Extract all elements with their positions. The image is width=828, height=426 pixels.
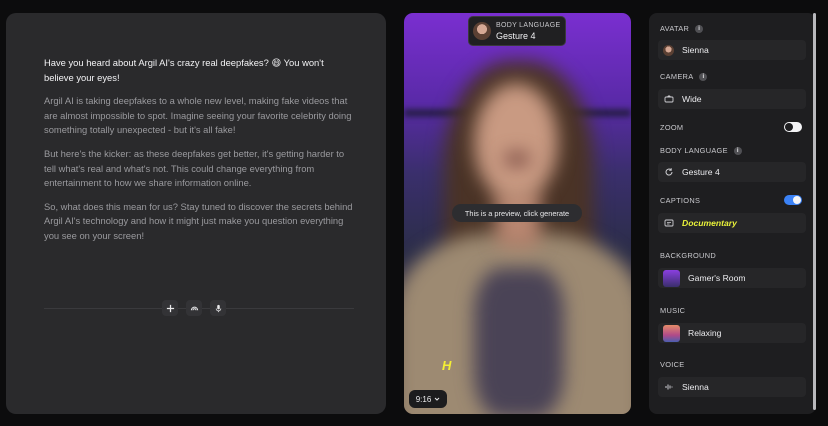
- zoom-toggle[interactable]: [784, 122, 802, 132]
- captions-toggle[interactable]: [784, 195, 802, 205]
- camera-section-label: CAMERA i: [660, 72, 708, 81]
- body-language-select[interactable]: Gesture 4: [658, 162, 806, 182]
- music-select[interactable]: Relaxing: [658, 323, 806, 343]
- script-paragraph[interactable]: So, what does this mean for us? Stay tun…: [44, 200, 354, 244]
- caption-style-value: Documentary: [682, 218, 737, 228]
- captions-label: CAPTIONS: [660, 196, 701, 205]
- caption-style-select[interactable]: Documentary: [658, 213, 806, 233]
- avatar-face: [474, 83, 558, 201]
- gamer-room-thumbnail-icon: [663, 269, 680, 287]
- info-icon[interactable]: i: [699, 72, 708, 81]
- zoom-label: ZOOM: [660, 123, 684, 132]
- waveform-icon: [665, 384, 672, 390]
- info-icon[interactable]: i: [733, 146, 742, 155]
- script-paragraph[interactable]: Have you heard about Argil AI's crazy re…: [44, 56, 354, 85]
- toggle-knob: [793, 196, 801, 204]
- background-select[interactable]: Gamer's Room: [658, 268, 806, 288]
- add-block-button[interactable]: [162, 300, 178, 316]
- body-language-badge[interactable]: BODY LANGUAGE Gesture 4: [468, 16, 566, 46]
- preview-notice: This is a preview, click generate: [452, 204, 582, 222]
- info-icon[interactable]: i: [695, 24, 704, 33]
- background-label: BACKGROUND: [660, 251, 716, 260]
- voice-value: Sienna: [682, 382, 709, 392]
- camera-select[interactable]: Wide: [658, 89, 806, 109]
- script-paragraph[interactable]: But here's the kicker: as these deepfake…: [44, 147, 354, 191]
- avatar-section-label: AVATAR i: [660, 24, 704, 33]
- body-language-section-label: BODY LANGUAGE i: [660, 146, 742, 155]
- plus-icon: [166, 304, 174, 312]
- script-editor-panel: Have you heard about Argil AI's crazy re…: [6, 13, 386, 414]
- captions-icon: [664, 219, 673, 227]
- settings-panel: AVATAR i Sienna CAMERA i Wide ZOOM BODY …: [649, 13, 816, 414]
- captions-section-label: CAPTIONS: [660, 196, 700, 205]
- music-value: Relaxing: [688, 328, 722, 338]
- background-section-label: BACKGROUND: [660, 251, 716, 260]
- settings-scrollbar[interactable]: [813, 13, 816, 410]
- background-value: Gamer's Room: [688, 273, 746, 283]
- caption-sample: H: [442, 358, 452, 373]
- voice-section-label: VOICE: [660, 360, 685, 369]
- avatar-thumbnail: [473, 22, 491, 40]
- zoom-section-label: ZOOM: [660, 123, 683, 132]
- refresh-icon: [665, 168, 673, 176]
- music-section-label: MUSIC: [660, 306, 685, 315]
- avatar-select[interactable]: Sienna: [658, 40, 806, 60]
- avatar-mouth: [504, 153, 530, 165]
- script-toolbar: [162, 300, 226, 316]
- video-preview[interactable]: BODY LANGUAGE Gesture 4 This is a previe…: [404, 13, 631, 414]
- badge-label: BODY LANGUAGE: [496, 21, 561, 29]
- script-paragraph[interactable]: Argil AI is taking deepfakes to a whole …: [44, 94, 354, 138]
- aspect-ratio-value: 9:16: [415, 394, 432, 404]
- camera-value: Wide: [682, 94, 702, 104]
- avatar-value: Sienna: [682, 45, 709, 55]
- avatar-thumbnail-icon: [663, 44, 674, 56]
- avatar-shirt: [474, 268, 564, 414]
- microphone-icon: [215, 304, 221, 312]
- wave-icon: [190, 306, 198, 310]
- chevron-down-icon: [434, 397, 440, 401]
- toggle-knob: [785, 123, 793, 131]
- badge-value: Gesture 4: [496, 30, 536, 41]
- avatar-label: AVATAR: [660, 24, 690, 33]
- music-label: MUSIC: [660, 306, 686, 315]
- music-thumbnail-icon: [663, 324, 680, 342]
- camera-icon: [664, 95, 673, 103]
- camera-label: CAMERA: [660, 72, 694, 81]
- body-language-value: Gesture 4: [682, 167, 720, 177]
- voice-select[interactable]: Sienna: [658, 377, 806, 397]
- aspect-ratio-select[interactable]: 9:16: [409, 390, 447, 408]
- voice-label: VOICE: [660, 360, 685, 369]
- body-language-label: BODY LANGUAGE: [660, 146, 728, 155]
- record-button[interactable]: [210, 300, 226, 316]
- script-text-area[interactable]: Have you heard about Argil AI's crazy re…: [44, 56, 354, 253]
- voice-settings-button[interactable]: [186, 300, 202, 316]
